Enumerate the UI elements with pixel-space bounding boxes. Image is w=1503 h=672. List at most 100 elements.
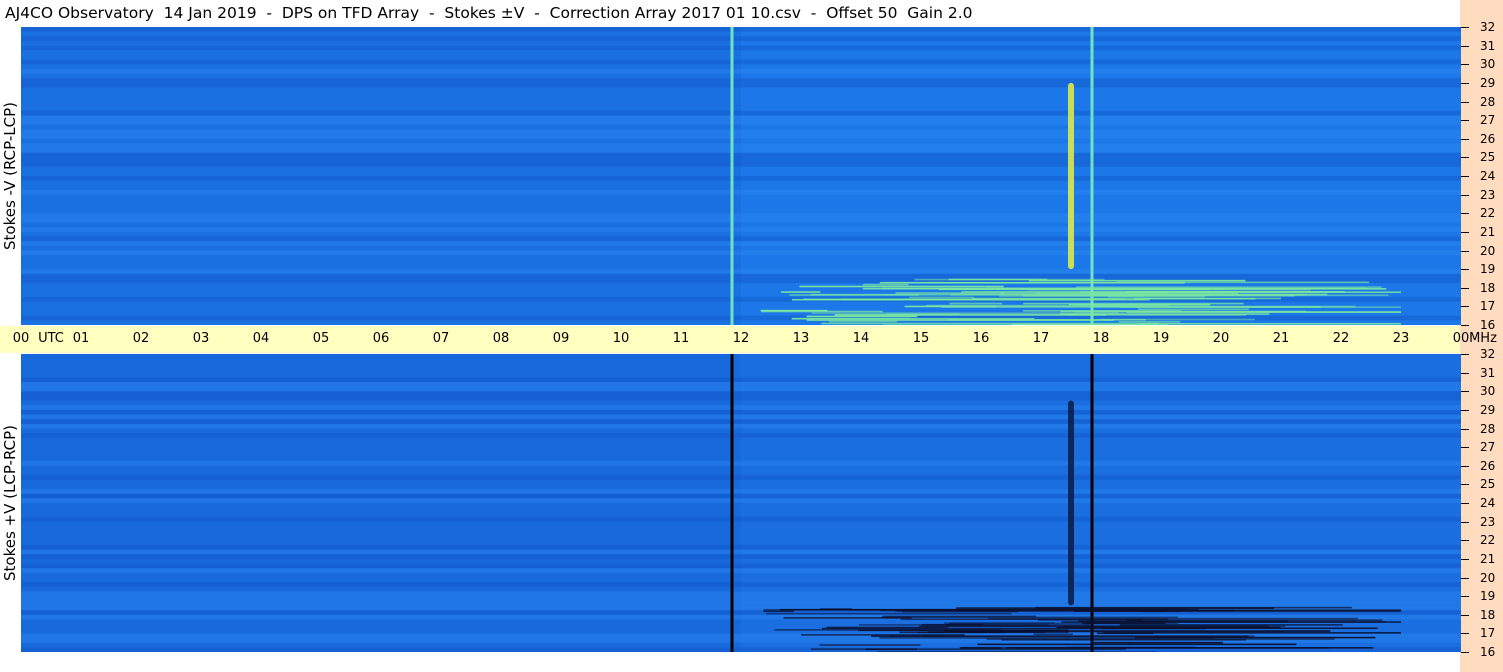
x-tick-label: 13 [792,331,810,346]
ylabel-stokes-minus-v: Stokes -V (RCP-LCP) [1,102,19,250]
frequency-channel-band [21,563,1461,569]
interference-streak [1118,320,1181,323]
interference-streak [986,638,1335,640]
y-tick-label: 29 [1480,75,1496,90]
interference-streak [819,644,921,646]
y-tick-label: 25 [1480,150,1496,165]
frequency-channel-band [21,568,1461,573]
frequency-channel-band [21,386,1461,392]
y-tick-mark [1461,269,1469,271]
x-tick-label: 16 [972,331,990,346]
y-tick-label: 27 [1480,113,1496,128]
interference-streak [882,615,1037,618]
interference-streak [1033,633,1073,636]
interference-streak [760,309,828,312]
y-tick-label: 29 [1480,402,1496,417]
frequency-channel-band [21,227,1461,232]
y-tick-label: 16 [1480,318,1496,332]
y-tick-label: 27 [1480,440,1496,455]
interference-streak [789,294,920,296]
x-tick-label: 07 [432,331,450,346]
frequency-channel-band [21,395,1461,401]
interference-streak [863,283,909,286]
frequency-channel-band [21,162,1461,167]
frequency-channel-band [21,78,1461,83]
y-tick-mark [1461,521,1469,523]
interference-streak [1079,291,1401,294]
x-tick-label: 18 [1092,331,1110,346]
y-tick-mark [1461,194,1469,196]
y-tick-label: 21 [1480,224,1496,239]
x-tick-label: 09 [552,331,570,346]
interference-streak [882,651,1157,652]
interference-streak [1101,627,1378,630]
interference-streak [821,322,1159,325]
y-tick-mark [1461,409,1469,411]
y-tick-label: 17 [1480,299,1496,314]
interference-streak [1090,641,1224,644]
y-tick-mark [1461,138,1469,140]
x-tick-label: 06 [372,331,390,346]
y-tick-label: 30 [1480,384,1496,399]
y-tick-mark [1461,101,1469,103]
interference-streak [1017,323,1091,325]
frequency-channel-band [21,82,1461,88]
y-tick-label: 23 [1480,514,1496,529]
interference-streak [828,320,897,323]
interference-streak [899,631,1005,634]
x-tick-label: 20 [1212,331,1230,346]
interference-streak [1137,308,1249,311]
x-axis-unit-label: UTC [38,331,64,346]
interference-streak [1140,322,1401,325]
interference-streak [1060,310,1307,313]
y-tick-mark [1461,372,1469,374]
y-tick-mark [1461,27,1469,28]
y-tick-label: 28 [1480,421,1496,436]
y-tick-mark [1461,633,1469,635]
interference-streak [922,635,1255,637]
interference-streak [1035,606,1352,609]
y-tick-mark [1461,45,1469,47]
y-tick-mark [1461,306,1469,308]
frequency-channel-band [21,250,1461,256]
radio-burst [1068,82,1074,270]
y-tick-label: 22 [1480,533,1496,548]
frequency-channel-band [21,591,1461,597]
interference-streak [902,610,1019,613]
interference-streak [826,626,948,629]
y-tick-mark [1461,428,1469,430]
frequency-channel-band [21,423,1461,429]
y-tick-mark [1461,231,1469,233]
frequency-channel-band [21,377,1461,382]
y-tick-label: 31 [1480,365,1496,380]
interference-streak [766,612,1012,615]
frequency-channel-band [21,381,1461,387]
ylabel-stokes-plus-v: Stokes +V (LCP-RCP) [1,425,19,581]
y-tick-label: 28 [1480,94,1496,109]
y-tick-label: 20 [1480,243,1496,258]
y-tick-mark [1461,157,1469,159]
y-tick-label: 31 [1480,38,1496,53]
interference-streak [1061,621,1401,623]
interference-streak [1103,632,1401,634]
frequency-channel-band [21,409,1461,415]
y-tick-mark [1461,64,1469,66]
interference-streak [914,278,1105,281]
frequency-channel-band [21,236,1461,242]
y-tick-label: 22 [1480,206,1496,221]
x-tick-label: 01 [72,331,90,346]
x-tick-label: 19 [1152,331,1170,346]
x-tick-label: 22 [1332,331,1350,346]
frequency-channel-band [21,269,1461,274]
interference-streak [791,317,1035,320]
radio-burst [1068,400,1074,606]
interference-streak [971,297,1281,300]
y-tick-label: 20 [1480,570,1496,585]
y-tick-label: 23 [1480,187,1496,202]
interference-streak [834,314,1106,316]
y-tick-mark [1461,391,1469,393]
frequency-channel-band [21,241,1461,246]
x-tick-label: 05 [312,331,330,346]
frequency-channel-band [21,36,1461,41]
stokes-minus-v-heatmap [21,27,1461,325]
